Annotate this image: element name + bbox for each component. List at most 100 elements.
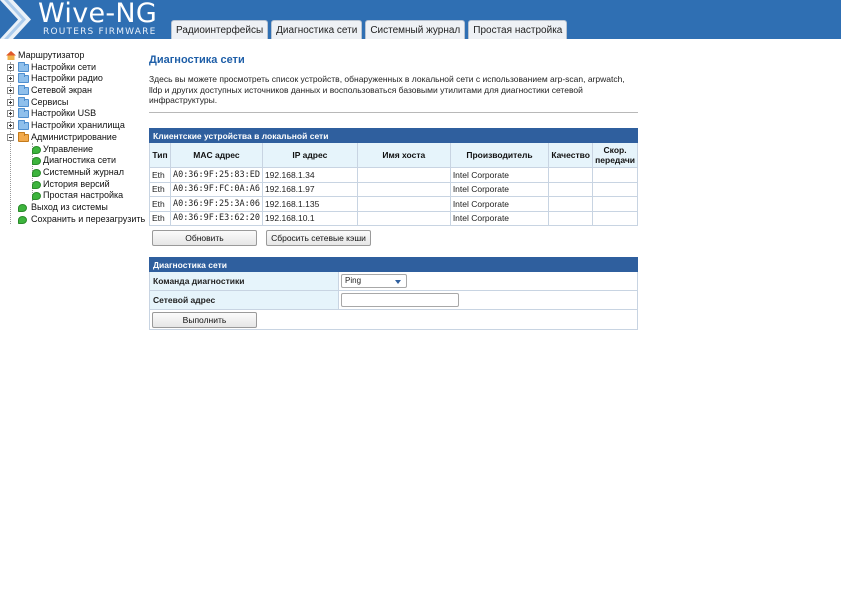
expand-plus-icon[interactable] xyxy=(7,122,14,130)
logo-chevron-icon xyxy=(0,0,31,39)
flush-caches-button[interactable]: Сбросить сетевые кэши xyxy=(266,230,371,246)
sidebar-item-management[interactable]: Управление xyxy=(6,144,146,156)
diagnostic-command-select[interactable]: Ping xyxy=(341,274,407,288)
sidebar-item-label: Сетевой экран xyxy=(31,85,92,96)
folder-icon xyxy=(18,96,29,107)
expand-plus-icon[interactable] xyxy=(7,75,14,83)
tab-network-diagnostics[interactable]: Диагностика сети xyxy=(271,20,363,39)
sidebar-item-radio-settings[interactable]: Настройки радио xyxy=(6,73,146,85)
devices-table-caption: Клиентские устройства в локальной сети xyxy=(149,128,638,143)
cell-mac: A0:36:9F:25:83:ED xyxy=(169,167,263,183)
sidebar-item-label: Администрирование xyxy=(31,131,117,142)
network-address-input[interactable] xyxy=(341,293,459,307)
column-header-rate: Скор. передачи xyxy=(592,142,638,168)
cell-type: Eth xyxy=(149,210,171,226)
top-tabs: Радиоинтерфейсы Диагностика сети Системн… xyxy=(171,20,568,39)
cell-mac: A0:36:9F:FC:0A:A6 xyxy=(169,181,263,197)
cell-quality xyxy=(548,210,594,226)
column-header-vendor: Производитель xyxy=(449,142,550,168)
cell-quality xyxy=(548,167,594,183)
cell-hostname xyxy=(356,181,451,197)
devices-table: Клиентские устройства в локальной сети Т… xyxy=(149,128,638,226)
sidebar-item-label: Диагностика сети xyxy=(43,155,117,166)
cell-ip: 192.168.1.135 xyxy=(261,196,358,212)
cell-rate xyxy=(592,167,638,183)
command-label: Команда диагностики xyxy=(149,271,339,291)
sidebar-item-network-settings[interactable]: Настройки сети xyxy=(6,61,146,74)
sidebar-item-label: Сохранить и перезагрузить xyxy=(31,213,146,224)
column-header-ip: IP адрес xyxy=(261,142,358,168)
sidebar-item-label: Настройки сети xyxy=(31,61,96,72)
page-leaf-icon xyxy=(18,203,27,212)
folder-icon xyxy=(18,85,29,96)
page-leaf-icon xyxy=(18,215,27,224)
sidebar-item-label: Системный журнал xyxy=(43,166,124,177)
refresh-button[interactable]: Обновить xyxy=(152,230,257,246)
sidebar-item-simple-setup[interactable]: Простая настройка xyxy=(6,190,146,202)
cell-type: Eth xyxy=(149,181,171,197)
collapse-minus-icon[interactable] xyxy=(7,133,14,141)
cell-vendor: Intel Corporate xyxy=(449,210,550,226)
sidebar-item-label: Управление xyxy=(43,143,94,154)
cell-type: Eth xyxy=(149,167,171,183)
page-leaf-icon xyxy=(32,180,41,189)
cell-vendor: Intel Corporate xyxy=(449,167,550,183)
cell-vendor: Intel Corporate xyxy=(449,196,550,212)
sidebar-item-administration[interactable]: Администрирование xyxy=(6,131,146,144)
sidebar-item-label: Настройки радио xyxy=(31,73,103,84)
cell-type: Eth xyxy=(149,196,171,212)
column-header-hostname: Имя хоста xyxy=(356,142,451,168)
tab-radio-interfaces[interactable]: Радиоинтерфейсы xyxy=(171,20,269,39)
header-bar: Wive-NG ROUTERS FIRMWARE Радиоинтерфейсы… xyxy=(0,0,841,39)
sidebar-item-label: Сервисы xyxy=(31,96,69,107)
cell-quality xyxy=(548,181,594,197)
cell-rate xyxy=(592,181,638,197)
page-leaf-icon xyxy=(32,192,41,201)
cell-rate xyxy=(592,210,638,226)
sidebar-item-firewall[interactable]: Сетевой экран xyxy=(6,85,146,97)
table-row: Eth A0:36:9F:25:3A:06 192.168.1.135 Inte… xyxy=(149,196,638,212)
column-header-mac: MAC адрес xyxy=(169,142,263,168)
tab-simple-setup[interactable]: Простая настройка xyxy=(468,20,568,39)
logo-subtitle: ROUTERS FIRMWARE xyxy=(43,27,157,37)
run-button[interactable]: Выполнить xyxy=(152,312,257,328)
column-header-quality: Качество xyxy=(548,142,594,168)
sidebar-tree: Маршрутизатор Настройки сети Настройки р… xyxy=(6,50,146,225)
sidebar-item-storage-settings[interactable]: Настройки хранилища xyxy=(6,120,146,132)
table-row: Eth A0:36:9F:25:83:ED 192.168.1.34 Intel… xyxy=(149,167,638,183)
page-leaf-icon xyxy=(32,168,41,177)
tab-system-log[interactable]: Системный журнал xyxy=(365,20,466,39)
sidebar-item-services[interactable]: Сервисы xyxy=(6,96,146,109)
select-value: Ping xyxy=(345,276,362,285)
column-header-type: Тип xyxy=(149,142,171,168)
expand-plus-icon[interactable] xyxy=(7,98,14,106)
divider xyxy=(149,112,638,113)
cell-quality xyxy=(548,196,594,212)
cell-hostname xyxy=(356,210,451,226)
sidebar-item-label: Настройки хранилища xyxy=(31,120,125,131)
page-title: Диагностика сети xyxy=(149,54,245,66)
cell-hostname xyxy=(356,196,451,212)
cell-hostname xyxy=(356,167,451,183)
sidebar-item-logout[interactable]: Выход из системы xyxy=(6,202,146,214)
table-row: Eth A0:36:9F:FC:0A:A6 192.168.1.97 Intel… xyxy=(149,181,638,197)
sidebar-item-network-diagnostics[interactable]: Диагностика сети xyxy=(6,155,146,167)
chevron-down-icon xyxy=(395,280,401,284)
expand-plus-icon[interactable] xyxy=(7,87,14,95)
page-leaf-icon xyxy=(32,157,41,166)
sidebar-item-label: Простая настройка xyxy=(43,190,124,201)
expand-plus-icon[interactable] xyxy=(7,63,14,71)
page-leaf-icon xyxy=(32,145,41,154)
sidebar-item-save-reboot[interactable]: Сохранить и перезагрузить xyxy=(6,214,146,226)
sidebar-item-label: Настройки USB xyxy=(31,108,97,119)
sidebar-item-label: Выход из системы xyxy=(31,201,108,212)
sidebar-item-usb-settings[interactable]: Настройки USB xyxy=(6,108,146,120)
folder-icon xyxy=(18,61,29,72)
sidebar-item-system-log[interactable]: Системный журнал xyxy=(6,167,146,179)
sidebar-item-version-history[interactable]: История версий xyxy=(6,179,146,191)
expand-plus-icon[interactable] xyxy=(7,110,14,118)
cell-rate xyxy=(592,196,638,212)
logo-title: Wive-NG xyxy=(38,0,158,29)
cell-ip: 192.168.1.97 xyxy=(261,181,358,197)
sidebar-item-router[interactable]: Маршрутизатор xyxy=(6,50,146,62)
